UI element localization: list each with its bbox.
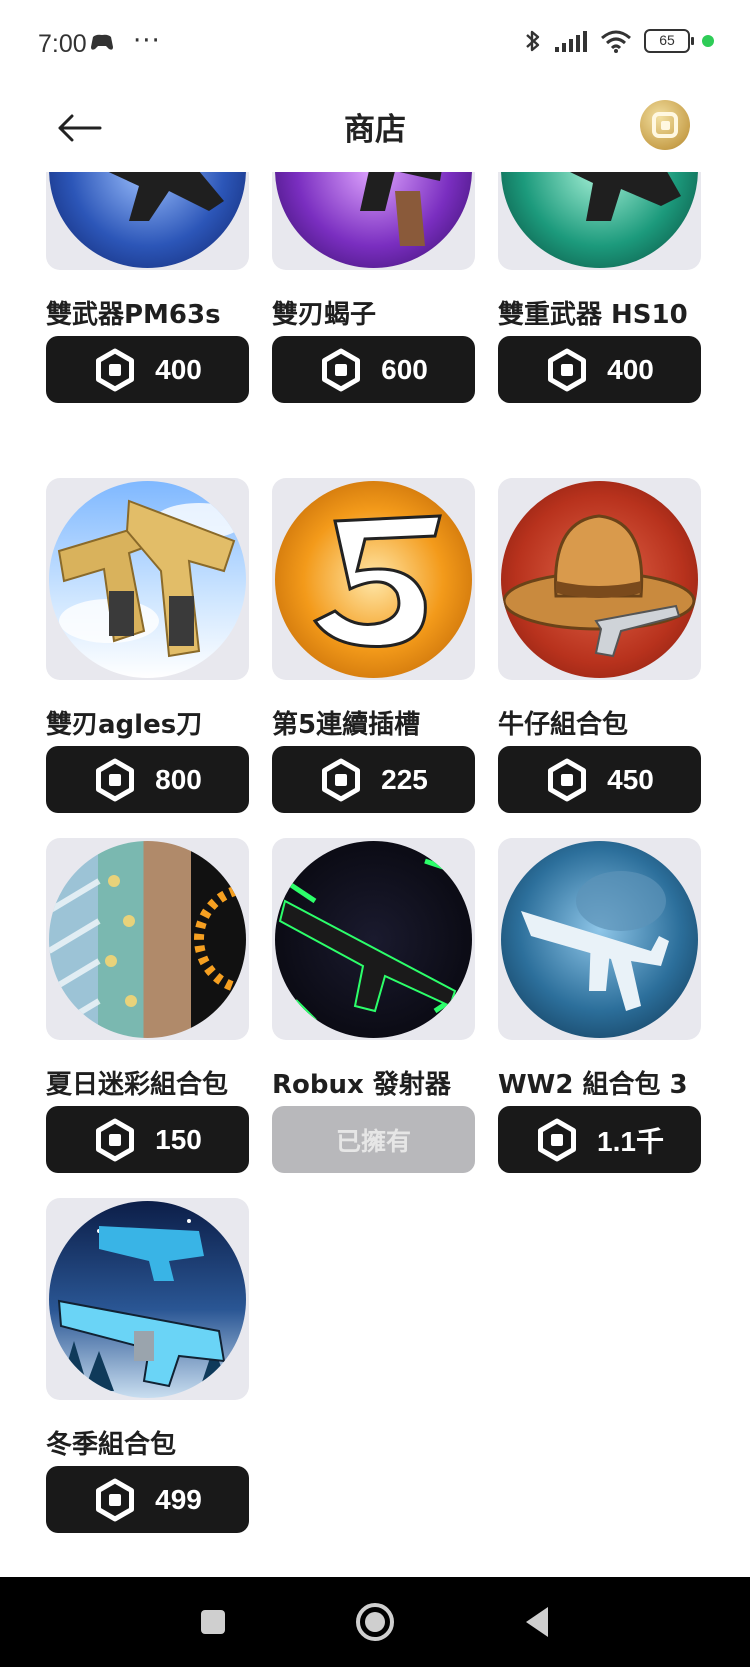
system-nav-bar [0,1577,750,1667]
item-thumbnail[interactable] [272,838,475,1040]
circle-icon [356,1603,394,1641]
pistols-icon [57,499,244,658]
buy-button[interactable]: 400 [46,336,249,403]
shop-item[interactable]: 雙武器PM63s 400 [46,172,249,403]
status-indicators: 65 [524,28,714,54]
buy-button[interactable]: 400 [498,336,701,403]
shop-item[interactable]: WW2 組合包 3 1.1千 [498,838,701,1173]
item-thumbnail[interactable] [46,838,249,1040]
item-name: 牛仔組合包 [498,710,629,740]
buy-button[interactable]: 150 [46,1106,249,1173]
shop-item[interactable]: 雙刃蝎子 600 [272,172,475,403]
status-time: 7:00 [38,30,87,58]
shop-item[interactable]: 第5連續插槽 225 [272,478,475,813]
robux-icon [93,348,137,392]
item-name: Robux 發射器 [272,1070,451,1100]
wifi-icon [601,30,631,53]
buy-button[interactable]: 499 [46,1466,249,1533]
item-thumbnail[interactable] [272,172,475,270]
robux-icon [319,758,363,802]
item-name: 夏日迷彩組合包 [46,1070,229,1100]
triangle-back-icon [526,1607,548,1637]
shop-item[interactable]: 冬季組合包 499 [46,1198,249,1533]
item-thumbnail[interactable] [498,478,701,680]
privacy-indicator-dot [702,35,714,47]
item-thumbnail[interactable] [272,478,475,680]
shop-item[interactable]: 牛仔組合包 450 [498,478,701,813]
buy-button[interactable]: 1.1千 [498,1106,701,1173]
robux-icon [545,758,589,802]
gun-icon [569,172,681,221]
smg-icon [521,871,669,1011]
item-thumbnail[interactable] [498,838,701,1040]
robux-icon [535,1118,579,1162]
robux-icon [93,758,137,802]
recents-button[interactable] [190,1599,236,1645]
bluetooth-icon [526,30,540,52]
back-nav-button[interactable] [514,1599,560,1645]
price-value: 400 [607,353,654,385]
price-value: 150 [155,1123,202,1155]
price-value: 1.1千 [597,1125,664,1157]
gun-icon [360,172,442,246]
shop-item[interactable]: Robux 發射器 已擁有 [272,838,475,1173]
price-value: 499 [155,1483,202,1515]
price-value: 800 [155,763,202,795]
owned-label: 已擁有 [335,1126,411,1156]
item-name: 雙重武器 HS10 [498,300,688,330]
gun-icon [108,172,224,221]
item-name: 第5連續插槽 [272,710,421,740]
cowboy-hat-icon [502,514,696,658]
buy-button[interactable]: 225 [272,746,475,813]
robux-icon [93,1478,137,1522]
item-name: 冬季組合包 [46,1430,177,1460]
shop-item[interactable]: 雙刃agles刀 800 [46,478,249,813]
item-name: WW2 組合包 3 [498,1070,688,1100]
item-thumbnail[interactable] [46,172,249,270]
more-notifications-icon: ··· [133,26,161,56]
robux-icon [93,1118,137,1162]
shop-item[interactable]: 夏日迷彩組合包 150 [46,838,249,1173]
price-value: 225 [381,763,428,795]
item-name: 雙武器PM63s [46,300,221,330]
price-value: 450 [607,763,654,795]
shop-grid: 雙武器PM63s 400 雙刃蝎子 600 雙重武器 HS10 400 雙刃ag… [0,172,750,1576]
gamepad-icon [91,34,113,50]
item-thumbnail[interactable] [46,478,249,680]
item-thumbnail[interactable] [46,1198,249,1400]
price-value: 400 [155,353,202,385]
battery-icon: 65 [644,29,694,53]
price-value: 600 [381,353,428,385]
square-icon [201,1610,225,1634]
camo-pattern-icon [49,841,246,1034]
item-name: 雙刃蝎子 [272,300,377,330]
page-title: 商店 [344,112,406,148]
buy-button[interactable]: 800 [46,746,249,813]
robux-icon [545,348,589,392]
home-button[interactable] [352,1599,398,1645]
robux-icon [652,112,678,138]
owned-button: 已擁有 [272,1106,475,1173]
status-bar: 7:00 ··· 65 [0,0,750,92]
robux-icon [319,348,363,392]
app-header: 商店 [0,92,750,172]
robux-balance-button[interactable] [640,100,690,150]
item-name: 雙刃agles刀 [46,710,203,740]
signal-icon [555,31,587,52]
item-thumbnail[interactable] [498,172,701,270]
shop-item[interactable]: 雙重武器 HS10 400 [498,172,701,403]
slot-five-icon [312,514,442,648]
winter-gun-icon [57,1219,246,1391]
launcher-icon [278,858,467,1023]
buy-button[interactable]: 450 [498,746,701,813]
buy-button[interactable]: 600 [272,336,475,403]
